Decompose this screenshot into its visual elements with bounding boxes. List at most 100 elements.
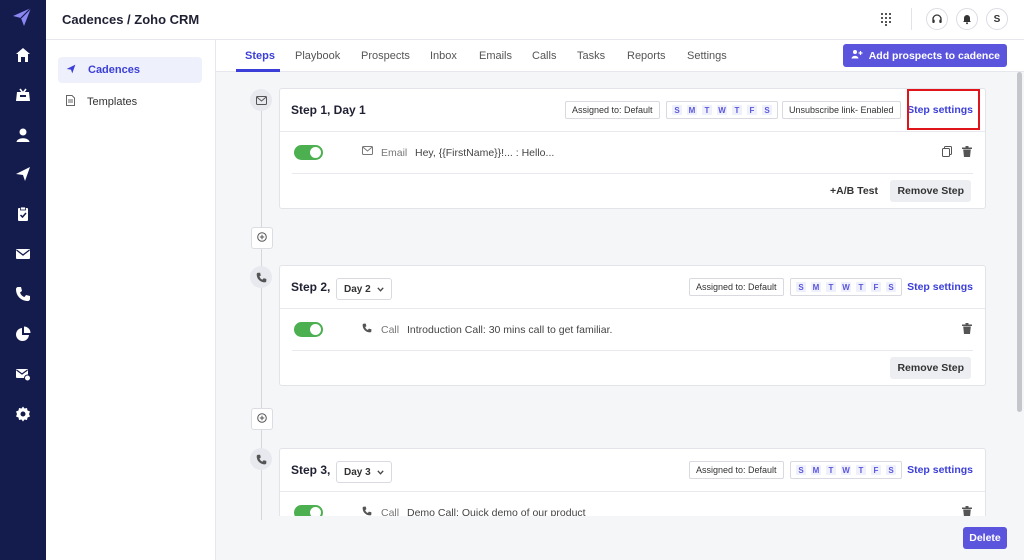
- row-type: Call: [381, 507, 400, 516]
- call-step-icon: [250, 266, 272, 288]
- mail-icon[interactable]: [13, 244, 33, 264]
- day-letter: M: [811, 465, 821, 475]
- row-text[interactable]: Hey, {{FirstName}}!... : Hello...: [415, 147, 554, 159]
- step-card: Step 3, Day 3 Assigned to: Default S M T…: [279, 448, 986, 516]
- step-row: Email Hey, {{FirstName}}!... : Hello...: [292, 132, 973, 174]
- subnav-item-templates[interactable]: Templates: [58, 89, 202, 115]
- add-step-button[interactable]: [251, 408, 273, 430]
- tab-playbook[interactable]: Playbook: [295, 50, 340, 62]
- days-chip[interactable]: S M T W T F S: [790, 278, 902, 296]
- subnav-item-cadences[interactable]: Cadences: [58, 57, 202, 83]
- bell-icon[interactable]: [956, 8, 978, 30]
- step-toggle[interactable]: [294, 505, 323, 516]
- remove-step-button[interactable]: Remove Step: [890, 180, 971, 202]
- left-rail: [0, 0, 46, 560]
- tab-prospects[interactable]: Prospects: [361, 50, 410, 62]
- subnav-item-label: Cadences: [88, 64, 140, 76]
- step-settings-link[interactable]: Step settings: [907, 281, 973, 293]
- day-letter: T: [702, 105, 712, 115]
- app-logo-icon[interactable]: [11, 7, 35, 29]
- day-letter: T: [826, 465, 836, 475]
- day-letter: M: [687, 105, 697, 115]
- day-select[interactable]: Day 2: [336, 278, 392, 300]
- row-type: Email: [381, 147, 408, 159]
- tab-tasks[interactable]: Tasks: [577, 50, 605, 62]
- divider: [911, 8, 912, 30]
- step-footer: +A/B Test Remove Step: [280, 174, 985, 208]
- document-icon: [66, 95, 75, 109]
- step-toggle[interactable]: [294, 145, 323, 160]
- day-letter: F: [871, 465, 881, 475]
- tab-inbox[interactable]: Inbox: [430, 50, 457, 62]
- day-letter: S: [886, 465, 896, 475]
- step-row: Call Demo Call: Quick demo of our produc…: [292, 492, 973, 516]
- inbox-icon[interactable]: [13, 85, 33, 105]
- email-step-icon: [250, 89, 272, 111]
- day-select-value: Day 2: [344, 283, 371, 295]
- day-letter: W: [841, 465, 851, 475]
- assigned-chip[interactable]: Assigned to: Default: [689, 278, 784, 296]
- copy-icon[interactable]: [942, 146, 952, 160]
- highlight-box: [907, 89, 980, 130]
- phone-icon: [362, 323, 372, 336]
- tab-calls[interactable]: Calls: [532, 50, 556, 62]
- trash-icon[interactable]: [962, 323, 972, 337]
- dialpad-icon[interactable]: [875, 8, 897, 30]
- unsubscribe-chip[interactable]: Unsubscribe link- Enabled: [782, 101, 901, 119]
- page-title: Cadences / Zoho CRM: [62, 12, 200, 27]
- day-select[interactable]: Day 3: [336, 461, 392, 483]
- scrollbar[interactable]: [1017, 72, 1022, 412]
- add-prospects-label: Add prospects to cadence: [868, 49, 1000, 62]
- cadence-sidebar: Cadences Templates: [46, 40, 216, 560]
- subnav-item-label: Templates: [87, 96, 138, 108]
- top-bar: Cadences / Zoho CRM S: [46, 0, 1024, 40]
- send-icon[interactable]: [13, 164, 33, 184]
- step-header: Step 3, Day 3 Assigned to: Default S M T…: [280, 449, 985, 492]
- step-header: Step 2, Day 2 Assigned to: Default S M T…: [280, 266, 985, 309]
- mail-settings-icon[interactable]: [13, 364, 33, 384]
- tab-bar: Steps Playbook Prospects Inbox Emails Ca…: [216, 40, 1024, 72]
- days-chip[interactable]: S M T W T F S: [666, 101, 778, 119]
- add-step-button[interactable]: [251, 227, 273, 249]
- step-toggle[interactable]: [294, 322, 323, 337]
- day-select-value: Day 3: [344, 466, 371, 478]
- step-title: Step 1, Day 1: [291, 103, 366, 117]
- ab-test-button[interactable]: +A/B Test: [830, 185, 878, 197]
- day-letter: M: [811, 282, 821, 292]
- step-card-clip: Step 3, Day 3 Assigned to: Default S M T…: [279, 448, 986, 516]
- clipboard-icon[interactable]: [13, 204, 33, 224]
- phone-icon[interactable]: [13, 284, 33, 304]
- day-letter: T: [856, 465, 866, 475]
- gear-icon[interactable]: [13, 404, 33, 424]
- day-letter: T: [826, 282, 836, 292]
- step-card: Step 2, Day 2 Assigned to: Default S M T…: [279, 265, 986, 386]
- day-letter: S: [796, 282, 806, 292]
- avatar[interactable]: S: [986, 8, 1008, 30]
- pie-chart-icon[interactable]: [13, 324, 33, 344]
- remove-step-button[interactable]: Remove Step: [890, 357, 971, 379]
- tab-reports[interactable]: Reports: [627, 50, 666, 62]
- tab-settings[interactable]: Settings: [687, 50, 727, 62]
- tab-steps[interactable]: Steps: [245, 50, 275, 62]
- assigned-chip[interactable]: Assigned to: Default: [689, 461, 784, 479]
- row-text[interactable]: Introduction Call: 30 mins call to get f…: [407, 324, 612, 336]
- trash-icon[interactable]: [962, 146, 972, 160]
- day-letter: S: [796, 465, 806, 475]
- chevron-down-icon: [377, 467, 384, 478]
- day-letter: S: [886, 282, 896, 292]
- assigned-chip[interactable]: Assigned to: Default: [565, 101, 660, 119]
- row-text[interactable]: Demo Call: Quick demo of our product: [407, 507, 586, 516]
- plus-circle-icon: [257, 412, 267, 426]
- step-settings-link[interactable]: Step settings: [907, 464, 973, 476]
- add-prospects-button[interactable]: Add prospects to cadence: [842, 44, 1007, 67]
- home-icon[interactable]: [13, 45, 33, 65]
- user-icon[interactable]: [13, 125, 33, 145]
- trash-icon[interactable]: [962, 506, 972, 516]
- delete-button[interactable]: Delete: [963, 527, 1007, 549]
- step-footer: Remove Step: [280, 351, 985, 385]
- day-letter: S: [762, 105, 772, 115]
- tab-emails[interactable]: Emails: [479, 50, 512, 62]
- day-letter: T: [856, 282, 866, 292]
- headset-icon[interactable]: [926, 8, 948, 30]
- days-chip[interactable]: S M T W T F S: [790, 461, 902, 479]
